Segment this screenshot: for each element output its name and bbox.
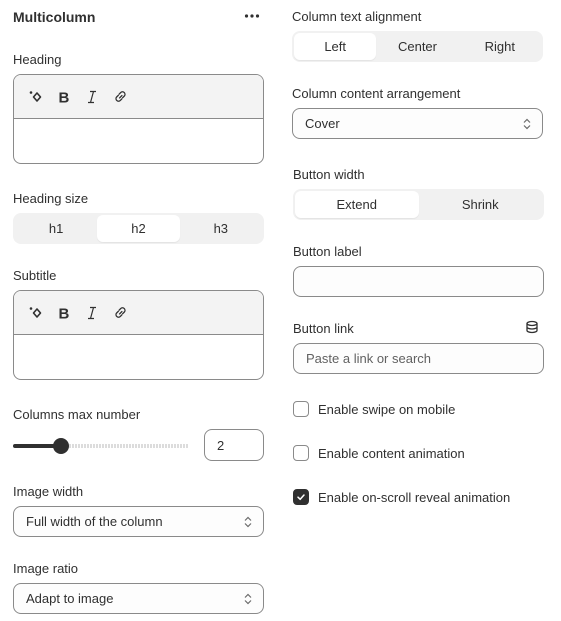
italic-icon[interactable] [84, 305, 100, 321]
magic-icon[interactable] [28, 89, 44, 105]
heading-size-label: Heading size [13, 191, 89, 206]
checkbox-swipe-mobile[interactable] [293, 401, 309, 417]
panel-title: Multicolumn [13, 9, 96, 25]
text-alignment-segmented-control: Left Center Right [292, 31, 543, 62]
more-options-button[interactable] [244, 8, 260, 22]
select-chevron-icon [523, 118, 531, 129]
database-icon[interactable] [525, 320, 539, 334]
checkbox-scroll-reveal[interactable] [293, 489, 309, 505]
heading-size-segmented-control: h1 h2 h3 [13, 213, 264, 244]
columns-max-label: Columns max number [13, 407, 141, 422]
button-width-label: Button width [293, 167, 365, 182]
link-icon[interactable] [112, 89, 128, 105]
button-width-option-shrink[interactable]: Shrink [419, 191, 543, 218]
bold-icon[interactable]: B [56, 89, 72, 105]
bold-icon[interactable]: B [56, 305, 72, 321]
text-alignment-option-right[interactable]: Right [459, 33, 541, 60]
heading-editor-input[interactable] [14, 119, 263, 163]
text-alignment-option-center[interactable]: Center [376, 33, 458, 60]
heading-rich-text-editor: B [13, 74, 264, 164]
checkbox-row-content-animation[interactable]: Enable content animation [293, 445, 465, 461]
select-chevron-icon [244, 516, 252, 527]
content-arrangement-value: Cover [305, 116, 340, 131]
checkbox-label: Enable on-scroll reveal animation [318, 489, 511, 505]
checkbox-content-animation[interactable] [293, 445, 309, 461]
checkbox-row-scroll-reveal[interactable]: Enable on-scroll reveal animation [293, 489, 510, 505]
columns-max-number-input[interactable]: 2 [204, 429, 264, 461]
button-label-input[interactable] [293, 266, 544, 297]
checkbox-row-swipe-mobile[interactable]: Enable swipe on mobile [293, 401, 455, 417]
heading-label: Heading [13, 52, 62, 67]
heading-editor-toolbar: B [14, 75, 263, 119]
heading-size-option-h2[interactable]: h2 [97, 215, 180, 242]
image-ratio-value: Adapt to image [26, 591, 114, 606]
subtitle-label: Subtitle [13, 268, 57, 283]
text-alignment-option-left[interactable]: Left [294, 33, 377, 60]
image-width-label: Image width [13, 484, 84, 499]
checkmark-icon [297, 494, 305, 501]
columns-max-slider[interactable] [13, 438, 189, 454]
italic-icon[interactable] [84, 89, 100, 105]
svg-text:B: B [59, 90, 70, 104]
button-link-label: Button link [293, 321, 354, 336]
image-ratio-select[interactable]: Adapt to image [13, 583, 264, 614]
image-width-select[interactable]: Full width of the column [13, 506, 264, 537]
button-width-option-extend[interactable]: Extend [295, 191, 419, 218]
link-icon[interactable] [112, 305, 128, 321]
slider-track [69, 444, 189, 448]
svg-text:B: B [59, 306, 70, 320]
button-label-label: Button label [293, 244, 362, 259]
subtitle-editor-input[interactable] [14, 335, 263, 379]
subtitle-rich-text-editor: B [13, 290, 264, 380]
heading-size-option-h1[interactable]: h1 [15, 215, 97, 242]
image-width-value: Full width of the column [26, 514, 163, 529]
magic-icon[interactable] [28, 305, 44, 321]
button-link-input[interactable] [293, 343, 544, 374]
text-alignment-label: Column text alignment [292, 9, 422, 24]
heading-size-option-h3[interactable]: h3 [180, 215, 262, 242]
subtitle-editor-toolbar: B [14, 291, 263, 335]
slider-thumb[interactable] [53, 438, 69, 454]
image-ratio-label: Image ratio [13, 561, 79, 576]
button-width-segmented-control: Extend Shrink [293, 189, 544, 220]
checkbox-label: Enable content animation [318, 445, 465, 461]
select-chevron-icon [244, 593, 252, 604]
more-horizontal-icon [244, 14, 260, 18]
checkbox-label: Enable swipe on mobile [318, 401, 456, 417]
content-arrangement-label: Column content arrangement [292, 86, 461, 101]
content-arrangement-select[interactable]: Cover [292, 108, 543, 139]
